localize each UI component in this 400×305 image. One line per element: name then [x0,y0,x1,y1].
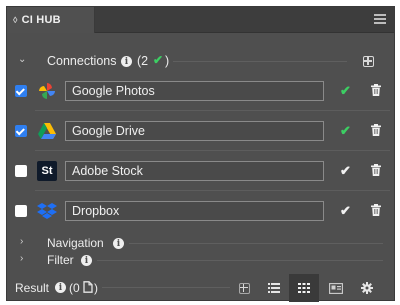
adobe-stock-icon: St [37,161,57,181]
checkbox-google-drive[interactable] [15,125,27,137]
connection-name-field[interactable]: Google Photos [65,81,324,101]
google-photos-icon [39,83,55,99]
navigation-section-header[interactable]: › Navigation i [7,235,394,251]
gear-icon[interactable] [352,274,382,302]
connection-row-google-drive: Google Drive ✔ [7,111,394,151]
connections-header[interactable]: ⌄ Connections i (2 ✔ ) [7,51,394,71]
checkbox-google-photos[interactable] [15,85,27,97]
checkbox-dropbox[interactable] [15,205,27,217]
panel-titlebar: ◊ CI HUB [7,7,394,33]
chevron-down-icon[interactable]: ⌄ [18,54,26,65]
connection-row-dropbox: Dropbox ✔ [7,191,394,231]
ci-hub-panel: ◊ CI HUB ⌄ Connections i (2 ✔ ) Google P… [6,6,395,302]
hamburger-icon[interactable] [374,14,386,24]
connection-row-google-photos: Google Photos ✔ [7,71,394,111]
trash-icon[interactable] [371,204,381,216]
tab-label: CI HUB [21,14,61,26]
result-count-close: ) [94,281,98,295]
connections-count-close: ) [165,54,170,68]
connection-row-adobe-stock: St Adobe Stock ✔ [7,151,394,191]
connection-name-field[interactable]: Adobe Stock [65,161,324,181]
divider [97,260,383,261]
double-chevron-icon: ◊ [13,15,18,25]
check-icon[interactable]: ✔ [340,203,351,219]
tab-ci-hub[interactable]: ◊ CI HUB [7,7,95,33]
connections-title: Connections [47,54,117,68]
plus-square-icon[interactable] [363,56,374,67]
google-drive-icon [38,123,56,139]
dropbox-icon [37,203,57,219]
info-icon[interactable]: i [81,255,92,266]
connection-name-field[interactable]: Google Drive [65,121,324,141]
add-square-icon[interactable] [229,274,259,302]
filter-section-header[interactable]: › Filter i [7,252,394,268]
list-view-icon[interactable] [259,274,289,302]
divider [102,287,230,288]
card-view-icon[interactable] [321,274,351,302]
trash-icon[interactable] [371,84,381,96]
connected-check-icon: ✔ [340,123,351,138]
check-icon: ✔ [153,53,164,67]
filter-title: Filter [47,253,74,267]
connection-name-field[interactable]: Dropbox [65,201,324,221]
result-title: Result [15,281,50,295]
chevron-right-icon[interactable]: › [20,236,23,247]
document-icon [83,281,93,293]
connections-count: (2 [137,54,149,68]
check-icon[interactable]: ✔ [340,163,351,179]
chevron-right-icon[interactable]: › [20,253,23,264]
divider [173,61,347,62]
connected-check-icon: ✔ [340,83,351,98]
divider [129,243,383,244]
trash-icon[interactable] [371,164,381,176]
trash-icon[interactable] [371,124,381,136]
result-count: (0 [69,281,80,295]
grid-view-icon[interactable] [289,274,319,302]
info-icon[interactable]: i [121,56,132,67]
result-footer: Result i (0 ) [7,274,394,302]
info-icon[interactable]: i [113,238,124,249]
checkbox-adobe-stock[interactable] [15,165,27,177]
navigation-title: Navigation [47,236,104,250]
info-icon[interactable]: i [55,282,66,293]
